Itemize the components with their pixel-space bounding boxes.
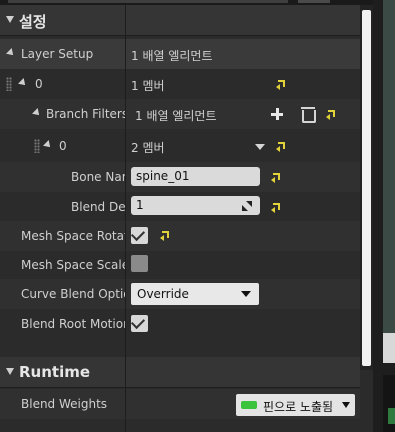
view-options-button-edge[interactable]: [298, 0, 330, 3]
property-value: 2 멤버: [131, 141, 165, 155]
viewport-strip: [383, 0, 395, 333]
spin-icon[interactable]: [242, 201, 252, 211]
category-label: 설정: [19, 13, 47, 31]
property-row-branch-filter-0: 0 2 멤버: [0, 131, 360, 161]
property-row-curve-blend-option: Curve Blend Option Override: [0, 279, 360, 309]
reset-to-default-icon[interactable]: [276, 141, 286, 152]
blend-depth-spinbox[interactable]: 1: [131, 196, 260, 215]
property-row-blend-depth: Blend Depth 1: [0, 192, 360, 222]
collapse-arrow-icon[interactable]: [6, 48, 16, 58]
column-divider[interactable]: [125, 5, 126, 432]
reset-to-default-icon[interactable]: [326, 109, 336, 120]
property-label: Bone Name: [71, 170, 125, 184]
mesh-space-rotation-checkbox[interactable]: [130, 226, 148, 244]
input-value: 1: [136, 198, 144, 212]
reset-to-default-icon[interactable]: [276, 79, 286, 90]
adjacent-viewport-edge: [373, 0, 395, 432]
property-label: Blend Weights: [21, 397, 108, 411]
property-row-blend-root-motion: Blend Root Motion Based on Root Bone: [0, 309, 360, 339]
property-label: Mesh Space Rotation Blend: [21, 229, 125, 243]
property-row-mesh-space-scale: Mesh Space Scale Blend: [0, 250, 360, 280]
chevron-down-icon[interactable]: [255, 144, 265, 150]
bone-name-input[interactable]: spine_01: [131, 167, 260, 186]
collapse-arrow-icon[interactable]: [18, 78, 28, 88]
property-label: 0: [35, 77, 43, 91]
dropdown-value: Override: [137, 287, 189, 301]
category-settings[interactable]: 설정: [0, 5, 360, 36]
property-label: 0: [59, 139, 67, 153]
search-bar-edge[interactable]: [8, 0, 288, 3]
property-label: Layer Setup: [21, 47, 94, 61]
curve-blend-option-dropdown[interactable]: Override: [131, 283, 259, 305]
collapse-arrow-icon[interactable]: [32, 108, 42, 118]
blend-root-motion-checkbox[interactable]: [130, 314, 148, 332]
delete-icon[interactable]: [301, 107, 316, 123]
dropdown-caret-icon: [241, 291, 251, 297]
property-row-mesh-space-rotation: Mesh Space Rotation Blend: [0, 221, 360, 251]
property-row-branch-filters: Branch Filters 1 배열 엘리먼트: [0, 99, 360, 129]
status-indicator: [388, 408, 395, 424]
property-row-layer-setup: Layer Setup 1 배열 엘리먼트: [0, 39, 360, 69]
property-label: Curve Blend Option: [21, 287, 125, 301]
property-value: 1 배열 엘리먼트: [135, 109, 217, 123]
property-label: Mesh Space Scale Blend: [21, 258, 125, 272]
dropdown-value: 핀으로 노출됨: [263, 400, 334, 414]
reset-to-default-icon[interactable]: [160, 230, 170, 241]
property-label: Blend Depth: [71, 200, 125, 214]
property-value: 1 멤버: [131, 79, 165, 93]
property-row-layer-0: 0 1 멤버: [0, 69, 360, 99]
collapse-arrow-icon[interactable]: [6, 368, 14, 375]
details-panel: 설정 Layer Setup 1 배열 엘리먼트 0 1 멤버 Branch F…: [0, 0, 373, 432]
exposed-pin-icon: [241, 401, 257, 409]
checkmark-icon: [130, 314, 146, 330]
viewport-scrollbar[interactable]: [383, 333, 395, 363]
input-value: spine_01: [136, 169, 190, 183]
category-runtime[interactable]: Runtime: [0, 357, 360, 388]
add-element-icon[interactable]: [271, 108, 283, 120]
dropdown-caret-icon: [342, 402, 350, 408]
property-label: Branch Filters: [46, 107, 125, 121]
scrollbar-thumb[interactable]: [362, 10, 371, 366]
reset-to-default-icon[interactable]: [271, 172, 281, 183]
property-value: 1 배열 엘리먼트: [131, 49, 213, 63]
drag-handle-icon[interactable]: [34, 139, 40, 153]
collapse-arrow-icon[interactable]: [6, 16, 14, 23]
property-row-blend-weights: Blend Weights 핀으로 노출됨: [0, 389, 360, 419]
property-row-bone-name: Bone Name spine_01: [0, 162, 360, 192]
mesh-space-scale-checkbox[interactable]: [131, 255, 148, 272]
reset-to-default-icon[interactable]: [271, 202, 281, 213]
drag-handle-icon[interactable]: [6, 77, 12, 91]
collapse-arrow-icon[interactable]: [43, 140, 53, 150]
category-label: Runtime: [19, 363, 91, 381]
exposed-as-pin-dropdown[interactable]: 핀으로 노출됨: [236, 394, 355, 416]
checkmark-icon: [130, 226, 146, 242]
property-label: Blend Root Motion Based on Root Bone: [21, 317, 125, 331]
